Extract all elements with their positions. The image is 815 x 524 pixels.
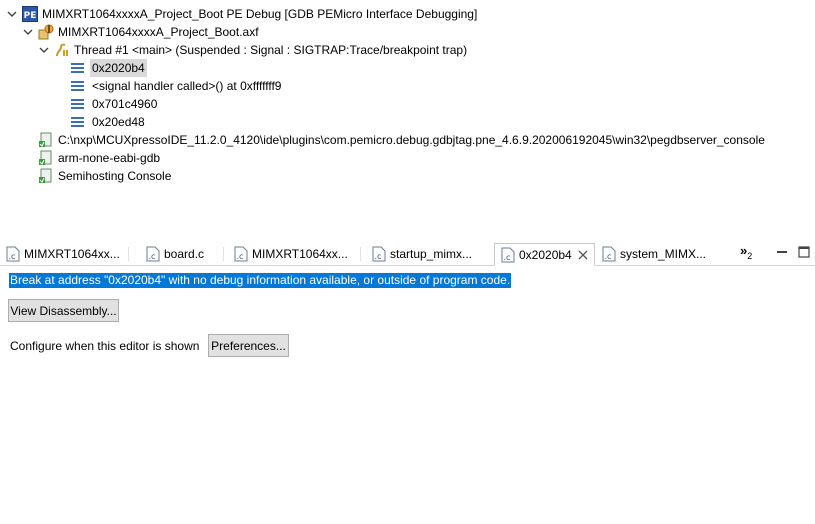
tree-row-process[interactable]: arm-none-eabi-gdb (38, 149, 160, 167)
stack-frame-label: 0x701c4960 (92, 97, 158, 111)
tree-row-process[interactable]: Semihosting Console (38, 167, 171, 185)
editor-tab-label: 0x2020b4 (519, 247, 572, 262)
launch-label: MIMXRT1064xxxxA_Project_Boot PE Debug [G… (42, 7, 478, 21)
process-icon (38, 132, 54, 148)
c-file-icon: .c (372, 246, 386, 262)
debug-tree-view: PE MIMXRT1064xxxxA_Project_Boot PE Debug… (0, 0, 815, 238)
executable-label: MIMXRT1064xxxxA_Project_Boot.axf (58, 25, 259, 39)
stack-frame-label: 0x20ed48 (92, 115, 145, 129)
pe-launch-icon: PE (22, 6, 38, 22)
debug-target-icon (38, 24, 54, 40)
process-icon (38, 150, 54, 166)
tree-row-process[interactable]: C:\nxp\MCUXpressoIDE_11.2.0_4120\ide\plu… (38, 131, 765, 149)
preferences-button[interactable]: Preferences... (208, 334, 289, 357)
tab-separator (223, 247, 224, 261)
stack-frame-row[interactable]: 0x701c4960 (70, 95, 157, 113)
c-file-icon: .c (146, 246, 160, 262)
chevron-down-icon[interactable] (6, 8, 18, 20)
close-icon[interactable] (578, 250, 588, 260)
tree-row-thread[interactable]: Thread #1 <main> (Suspended : Signal : S… (38, 41, 467, 59)
editor-tab[interactable]: .c MIMXRT1064xx... (0, 243, 126, 265)
thread-label: Thread #1 <main> (Suspended : Signal : S… (74, 43, 468, 57)
tab-separator (360, 247, 361, 261)
stack-frame-row[interactable]: <signal handler called>() at 0xfffffff9 (70, 77, 281, 95)
editor-tab-label: board.c (164, 247, 205, 261)
overflow-chevron: » (740, 243, 748, 258)
editor-tab-label: MIMXRT1064xx... (252, 247, 348, 261)
svg-text:.c: .c (605, 252, 612, 261)
thread-suspended-icon (54, 42, 70, 58)
editor-tab[interactable]: .c MIMXRT1064xx... (228, 243, 354, 265)
editor-tab-bar: .c MIMXRT1064xx... .c board.c .c MIMXRT1… (0, 239, 815, 266)
stack-frame-label: 0x2020b4 (90, 59, 147, 77)
editor-tab[interactable]: .c system_MIMX... (596, 243, 712, 265)
view-disassembly-button[interactable]: View Disassembly... (8, 299, 119, 322)
tab-separator (128, 247, 129, 261)
stack-frame-icon (70, 78, 86, 94)
stack-frame-icon (70, 60, 86, 76)
process-label: Semihosting Console (58, 169, 172, 183)
svg-text:.c: .c (504, 253, 511, 262)
stack-frame-icon (70, 96, 86, 112)
editor-tab[interactable]: .c board.c (140, 243, 210, 265)
tree-row-executable[interactable]: MIMXRT1064xxxxA_Project_Boot.axf (22, 23, 259, 41)
maximize-icon[interactable] (797, 245, 811, 259)
svg-text:.c: .c (149, 252, 156, 261)
stack-frame-label: <signal handler called>() at 0xfffffff9 (92, 79, 282, 93)
break-address-message: Break at address "0x2020b4" with no debu… (9, 273, 512, 288)
c-file-icon: .c (501, 247, 515, 263)
c-file-icon: .c (602, 246, 616, 262)
editor-tab-active[interactable]: .c 0x2020b4 (494, 243, 595, 266)
stack-frame-row[interactable]: 0x2020b4 (70, 59, 147, 77)
chevron-down-icon[interactable] (38, 44, 50, 56)
process-label: arm-none-eabi-gdb (58, 151, 161, 165)
stack-frame-icon (70, 114, 86, 130)
stack-frame-row[interactable]: 0x20ed48 (70, 113, 145, 131)
svg-text:.c: .c (9, 252, 16, 261)
minimize-icon[interactable] (775, 245, 789, 259)
overflow-count: 2 (747, 251, 753, 261)
editor-tab-label: system_MIMX... (620, 247, 707, 261)
c-file-icon: .c (6, 246, 20, 262)
chevron-down-icon[interactable] (22, 26, 34, 38)
svg-text:.c: .c (375, 252, 382, 261)
tree-row-launch[interactable]: PE MIMXRT1064xxxxA_Project_Boot PE Debug… (6, 5, 477, 23)
process-label: C:\nxp\MCUXpressoIDE_11.2.0_4120\ide\plu… (58, 133, 765, 147)
editor-tab-label: startup_mimx... (390, 247, 473, 261)
svg-text:PE: PE (24, 11, 37, 21)
configure-editor-text: Configure when this editor is shown (10, 339, 200, 353)
editor-tab[interactable]: .c startup_mimx... (366, 243, 478, 265)
editor-tab-label: MIMXRT1064xx... (24, 247, 120, 261)
tab-overflow-button[interactable]: » 2 (740, 243, 753, 261)
svg-text:.c: .c (237, 252, 244, 261)
c-file-icon: .c (234, 246, 248, 262)
process-icon (38, 168, 54, 184)
